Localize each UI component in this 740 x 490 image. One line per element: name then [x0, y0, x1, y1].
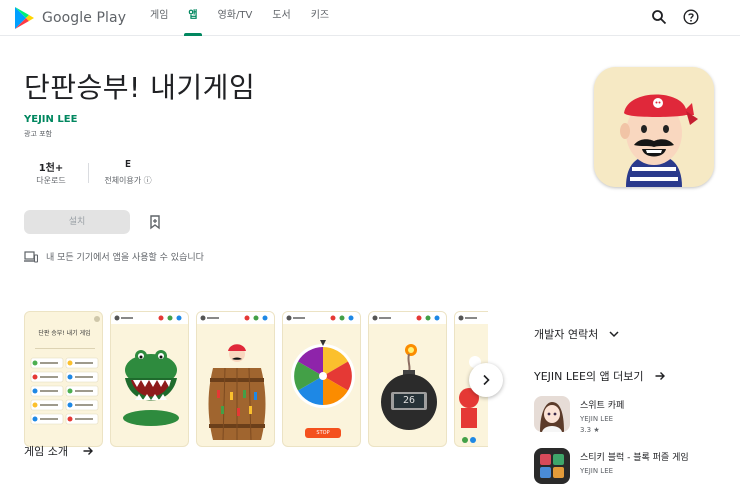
similar-app-sticky-block[interactable]: 스티키 블럭 - 블록 퍼즐 게임 YEJIN LEE — [534, 448, 689, 484]
nav-books[interactable]: 도서 — [262, 0, 300, 36]
nav-kids[interactable]: 키즈 — [301, 0, 339, 36]
similar-app-developer: YEJIN LEE — [580, 467, 614, 475]
about-game-label: 게임 소개 — [24, 445, 68, 458]
stat-divider — [88, 163, 89, 183]
search-icon[interactable] — [651, 9, 667, 25]
crocodile-game-illustration — [111, 312, 188, 426]
nav-apps[interactable]: 앱 — [178, 0, 207, 36]
brand-name: Google Play — [42, 10, 127, 26]
developer-contact-label: 개발자 연락처 — [534, 328, 599, 341]
screenshot-4[interactable]: STOP — [282, 311, 361, 447]
arrow-right-icon — [83, 447, 93, 455]
about-game-link[interactable]: 게임 소개 — [24, 443, 94, 459]
sweet-cafe-app-icon — [534, 396, 570, 432]
rating-label[interactable]: 전체이용가 ⓘ — [98, 175, 158, 186]
barrel-game-illustration — [197, 312, 274, 441]
top-bar: Google Play 게임 앱 영화/TV 도서 키즈 — [0, 0, 740, 36]
content-rating-stat: E 전체이용가 ⓘ — [98, 159, 158, 186]
bomb-timer-display: 26 — [402, 395, 416, 406]
pirate-character-icon — [594, 67, 714, 187]
help-icon[interactable] — [683, 9, 699, 25]
more-by-developer-label: YEJIN LEE의 앱 더보기 — [534, 370, 644, 383]
similar-app-rating: 3.3 ★ — [580, 426, 600, 434]
wishlist-icon[interactable] — [147, 214, 163, 230]
chevron-down-icon — [609, 331, 619, 338]
devices-text: 내 모든 기기에서 앱을 사용할 수 있습니다 — [46, 253, 204, 263]
app-title: 단판승부! 내기게임 — [24, 71, 256, 104]
arrow-right-icon — [655, 372, 665, 380]
screenshot-1[interactable]: 단판 승부! 내기 게임 — [24, 311, 103, 447]
similar-app-sweet-cafe[interactable]: 스위트 카페 YEJIN LEE 3.3 ★ — [534, 396, 624, 434]
rating-e-icon: E — [124, 159, 132, 170]
screenshot-2[interactable] — [110, 311, 189, 447]
sticky-block-app-icon — [534, 448, 570, 484]
carousel-next-button[interactable] — [469, 363, 503, 397]
more-by-developer-link[interactable]: YEJIN LEE의 앱 더보기 — [534, 368, 666, 384]
developer-contact-toggle[interactable]: 개발자 연락처 — [534, 326, 620, 342]
downloads-stat: 1천+ 다운로드 — [24, 159, 78, 186]
similar-app-name: 스위트 카페 — [580, 401, 625, 411]
screenshot-5[interactable]: 26 — [368, 311, 447, 447]
similar-app-developer: YEJIN LEE — [580, 415, 614, 423]
install-button[interactable]: 설치 — [24, 210, 130, 234]
similar-app-name: 스티키 블럭 - 블록 퍼즐 게임 — [580, 453, 689, 463]
app-icon — [594, 67, 714, 187]
devices-notice: 내 모든 기기에서 앱을 사용할 수 있습니다 — [24, 250, 204, 263]
nav-movies-tv[interactable]: 영화/TV — [208, 0, 263, 36]
downloads-value: 1천+ — [38, 163, 64, 174]
ads-notice: 광고 포함 — [24, 130, 52, 138]
roulette-game-illustration — [283, 312, 360, 408]
downloads-label: 다운로드 — [36, 176, 66, 185]
top-nav: 게임 앱 영화/TV 도서 키즈 — [140, 0, 339, 36]
screenshot-1-title: 단판 승부! 내기 게임 — [38, 330, 91, 337]
bomb-game-illustration — [369, 312, 446, 430]
chevron-right-icon — [483, 374, 490, 386]
screenshot-3[interactable] — [196, 311, 275, 447]
play-triangle-icon — [15, 7, 34, 29]
developer-link[interactable]: YEJIN LEE — [24, 114, 77, 125]
stop-button: STOP — [305, 428, 341, 438]
google-play-logo[interactable]: Google Play — [14, 6, 126, 30]
screenshot-carousel[interactable]: 단판 승부! 내기 게임 STOP 26 — [24, 311, 488, 447]
devices-icon — [24, 250, 38, 263]
nav-games[interactable]: 게임 — [140, 0, 178, 36]
